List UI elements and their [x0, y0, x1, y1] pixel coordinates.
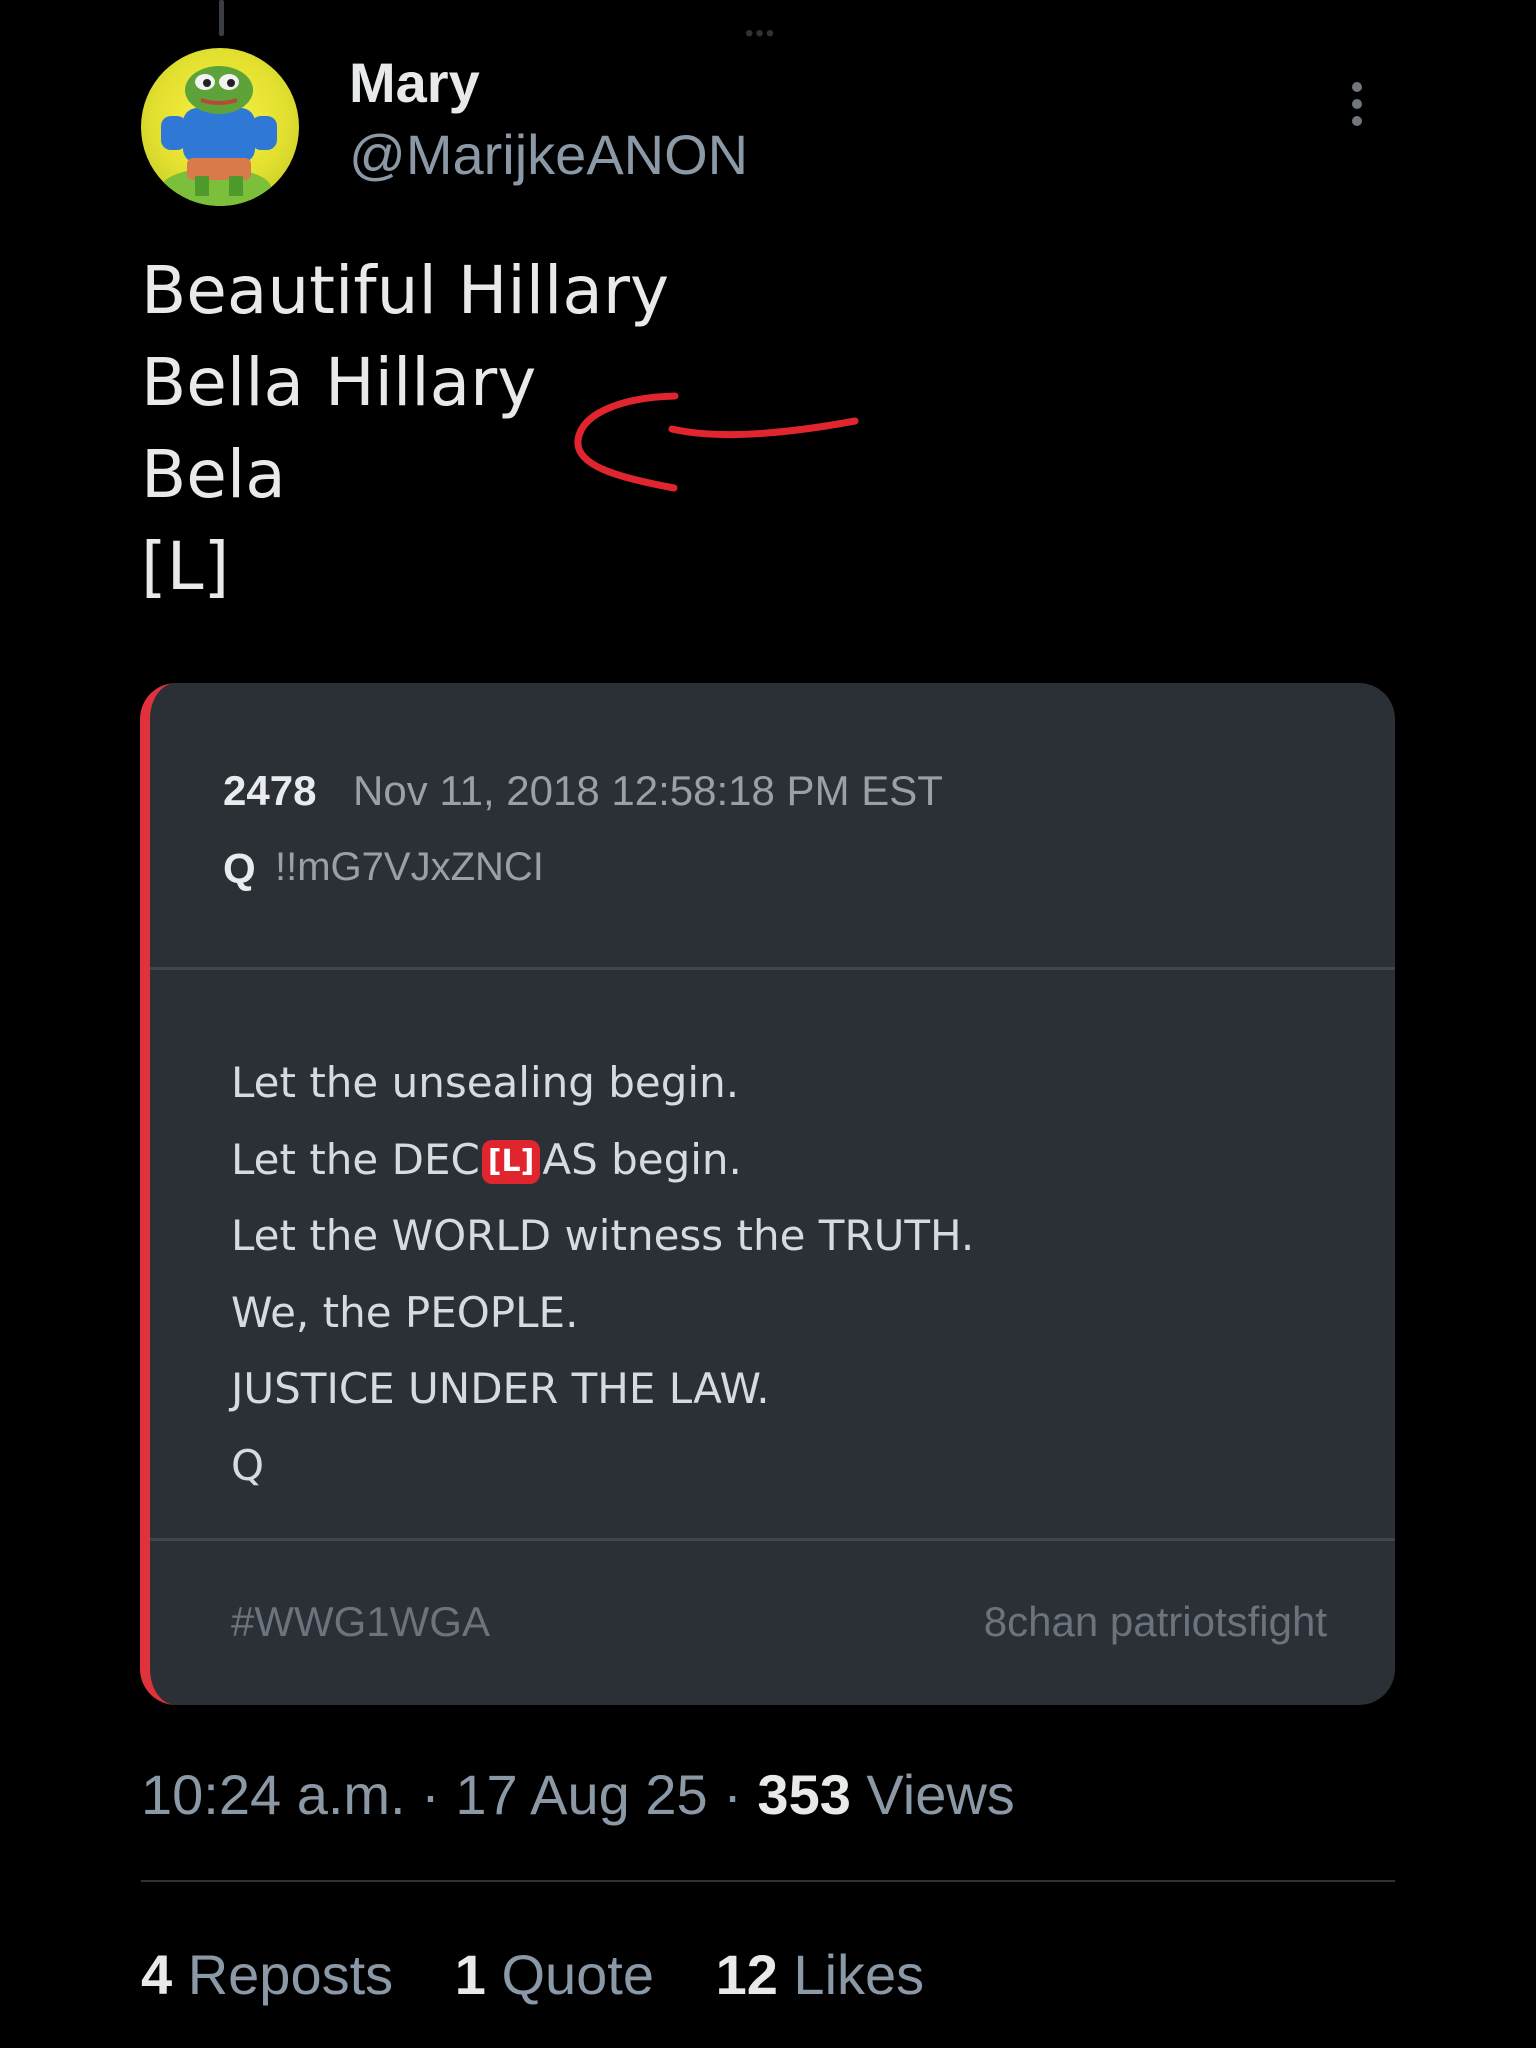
author-name[interactable]: Mary [349, 50, 480, 115]
post-line: JUSTICE UNDER THE LAW. [231, 1364, 770, 1413]
post-tripcode: !!mG7VJxZNCI [275, 845, 544, 889]
reposts-stat[interactable]: 4 Reposts [141, 1943, 393, 2006]
hand-drawn-red-arrow-icon [574, 392, 859, 492]
likes-stat[interactable]: 12 Likes [716, 1943, 925, 2006]
post-line: Let the DEC [L] AS begin. [231, 1134, 742, 1184]
tweet-line: [L] [141, 528, 230, 605]
avatar[interactable] [141, 48, 299, 206]
more-options-icon[interactable] [1342, 82, 1372, 142]
engagement-stats: 4 Reposts 1 Quote 12 Likes [141, 1942, 970, 2007]
post-source: 8chan patriotsfight [983, 1598, 1327, 1645]
post-line: We, the PEOPLE. [231, 1287, 579, 1337]
quotes-stat[interactable]: 1 Quote [455, 1943, 654, 2006]
quoted-post-body: Let the unsealing begin. Let the DEC [L] A… [231, 1045, 974, 1504]
views-label: Views [866, 1763, 1015, 1826]
divider [141, 1880, 1395, 1882]
tweet-meta: 10:24 a.m. · 17 Aug 25 · 353 Views [141, 1763, 1015, 1826]
pepe-frog-avatar-icon [161, 66, 277, 206]
thread-connector-line [219, 0, 224, 36]
post-line: Let the unsealing begin. [231, 1058, 740, 1107]
quoted-post-card[interactable]: 2478 Nov 11, 2018 12:58:18 PM EST Q !!mG… [140, 683, 1395, 1705]
post-author: Q [223, 845, 256, 892]
top-ellipsis-icon: ••• [745, 20, 777, 47]
tweet-line: Beautiful Hillary [141, 252, 670, 329]
post-date: Nov 11, 2018 12:58:18 PM EST [353, 767, 943, 814]
post-number: 2478 [223, 767, 317, 814]
quoted-post-header: 2478 Nov 11, 2018 12:58:18 PM EST Q !!mG… [150, 683, 1395, 970]
views-count: 353 [757, 1763, 851, 1826]
post-line: Let the WORLD witness the TRUTH. [231, 1211, 975, 1260]
tweet-time[interactable]: 10:24 a.m. [141, 1763, 406, 1826]
post-line: Q [231, 1440, 265, 1490]
card-divider [150, 1538, 1395, 1541]
l-badge: [L] [481, 1140, 541, 1184]
tweet-date[interactable]: 17 Aug 25 [455, 1763, 707, 1826]
post-hashtag[interactable]: #WWG1WGA [231, 1598, 490, 1646]
author-handle[interactable]: @MarijkeANON [349, 122, 748, 187]
